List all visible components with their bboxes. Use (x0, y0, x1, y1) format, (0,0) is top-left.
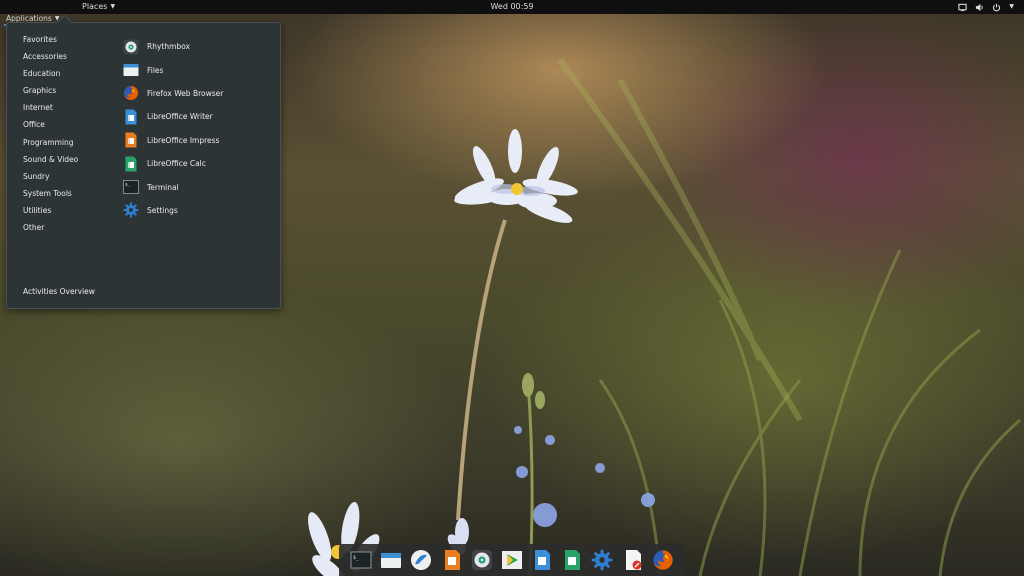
chevron-down-icon: ▼ (110, 3, 116, 10)
screen-icon[interactable] (958, 3, 968, 12)
system-tray[interactable]: ▼ (958, 0, 1014, 14)
clock[interactable]: Wed 00:59 (490, 0, 533, 14)
writer-icon[interactable] (530, 548, 554, 572)
chevron-down-icon[interactable]: ▼ (1009, 0, 1014, 14)
impress-icon[interactable] (440, 548, 464, 572)
svg-text:$_: $_ (353, 555, 360, 561)
category-other[interactable]: Other (23, 223, 78, 240)
app-label: LibreOffice Writer (147, 112, 213, 122)
app-item-libreoffice-calc[interactable]: LibreOffice Calc (123, 152, 223, 175)
firefox-icon (123, 85, 139, 101)
volume-icon[interactable] (975, 3, 984, 12)
applications-menu: Favorites Accessories Education Graphics… (6, 22, 281, 309)
places-menu-button[interactable]: Places ▼ (82, 0, 115, 14)
app-label: Firefox Web Browser (147, 88, 224, 98)
places-label: Places (82, 2, 108, 11)
category-list: Favorites Accessories Education Graphics… (23, 35, 78, 240)
app-label: Terminal (147, 182, 179, 192)
power-icon[interactable] (992, 3, 1001, 12)
calc-icon (123, 156, 139, 172)
terminal-icon: $_ (123, 179, 139, 195)
app-label: LibreOffice Calc (147, 159, 206, 169)
app-item-libreoffice-writer[interactable]: LibreOffice Writer (123, 105, 223, 128)
svg-text:$_: $_ (125, 182, 131, 188)
category-graphics[interactable]: Graphics (23, 86, 78, 103)
settings-icon[interactable] (590, 548, 614, 572)
category-internet[interactable]: Internet (23, 103, 78, 120)
top-bar: Applications ▼ Places ▼ Wed 00:59 ▼ (0, 0, 1024, 26)
firefox-icon[interactable] (651, 548, 675, 572)
rhythmbox-icon (123, 39, 139, 55)
shotwell-icon[interactable] (409, 548, 433, 572)
software-icon[interactable] (500, 548, 524, 572)
calc-icon[interactable] (560, 548, 584, 572)
category-system-tools[interactable]: System Tools (23, 189, 78, 206)
rhythmbox-icon[interactable] (470, 548, 494, 572)
category-education[interactable]: Education (23, 69, 78, 86)
category-favorites[interactable]: Favorites (23, 35, 78, 52)
app-label: Files (147, 65, 164, 75)
category-sundry[interactable]: Sundry (23, 172, 78, 189)
category-programming[interactable]: Programming (23, 138, 78, 155)
app-item-libreoffice-impress[interactable]: LibreOffice Impress (123, 129, 223, 152)
terminal-icon[interactable]: $_ (349, 548, 373, 572)
files-icon (123, 62, 139, 78)
app-list: Rhythmbox Files Firefox Web Browser Libr… (123, 35, 223, 222)
app-item-files[interactable]: Files (123, 58, 223, 81)
app-label: LibreOffice Impress (147, 135, 220, 145)
activities-overview-link[interactable]: Activities Overview (23, 287, 95, 296)
app-item-terminal[interactable]: $_ Terminal (123, 175, 223, 198)
text-editor-icon[interactable] (621, 548, 645, 572)
settings-icon (123, 202, 139, 218)
category-office[interactable]: Office (23, 120, 78, 137)
impress-icon (123, 132, 139, 148)
category-accessories[interactable]: Accessories (23, 52, 78, 69)
dock: $_ (339, 544, 685, 576)
app-item-firefox[interactable]: Firefox Web Browser (123, 82, 223, 105)
app-label: Rhythmbox (147, 42, 190, 52)
category-sound-video[interactable]: Sound & Video (23, 155, 78, 172)
app-item-rhythmbox[interactable]: Rhythmbox (123, 35, 223, 58)
files-icon[interactable] (379, 548, 403, 572)
category-utilities[interactable]: Utilities (23, 206, 78, 223)
app-label: Settings (147, 205, 178, 215)
app-item-settings[interactable]: Settings (123, 199, 223, 222)
writer-icon (123, 109, 139, 125)
